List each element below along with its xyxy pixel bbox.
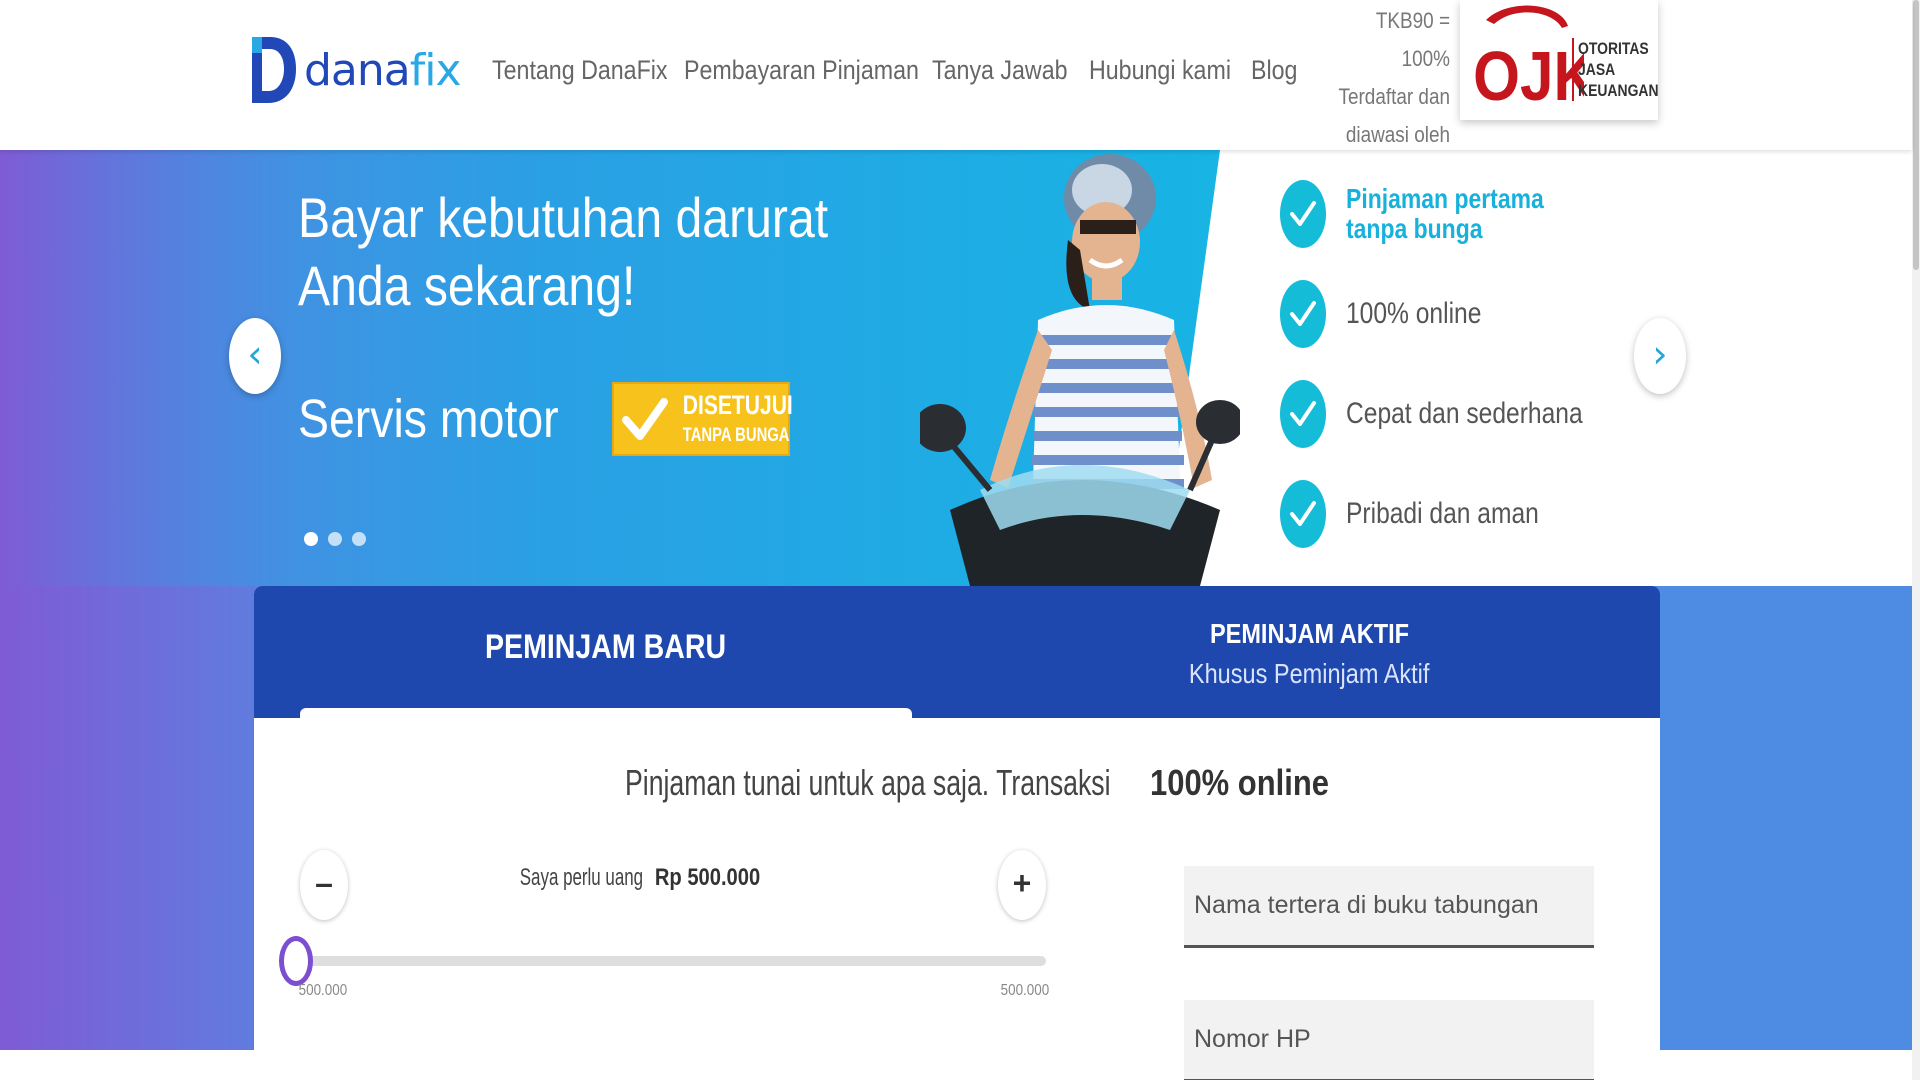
tab-active-borrower-subtitle: Khusus Peminjam Aktif (1188, 658, 1430, 689)
ojk-registration-text: TKB90 = 100% Terdaftar dan diawasi oleh (1300, 2, 1450, 154)
feature-item-online: 100% online (1280, 280, 1740, 350)
loan-amount-slider[interactable] (254, 936, 1046, 986)
phone-field (1184, 1000, 1594, 1080)
feature-label: Pinjaman pertama tanpa bunga (1346, 183, 1544, 244)
feature-label: Cepat dan sederhana (1346, 397, 1583, 430)
account-name-input[interactable] (1184, 866, 1594, 945)
site-header: danafix Tentang DanaFix Pembayaran Pinja… (0, 0, 1912, 150)
rider-illustration (920, 154, 1240, 586)
tab-active-borrower-label: PEMINJAM AKTIF (1209, 618, 1409, 649)
danafix-logo[interactable]: danafix (250, 33, 462, 109)
stamp-line-2: TANPA BUNGA (682, 425, 790, 446)
feature-list: Pinjaman pertama tanpa bunga 100% online… (1280, 180, 1740, 560)
slider-min-label: 500.000 (298, 982, 348, 999)
carousel-dot-3[interactable] (352, 532, 366, 546)
checkmark-icon (622, 398, 668, 440)
ojk-tkb-line: TKB90 = (1375, 8, 1450, 33)
page-scrollbar[interactable] (1912, 0, 1920, 1080)
feature-item-fast: Cepat dan sederhana (1280, 380, 1740, 450)
nav-pembayaran-pinjaman[interactable]: Pembayaran Pinjaman (684, 50, 919, 90)
loan-amount-label: Saya perlu uang Rp 500.000 (519, 864, 761, 891)
check-circle-icon (1280, 280, 1326, 348)
stamp-line-1: DISETUJUI (682, 390, 793, 420)
nav-tentang-danafix[interactable]: Tentang DanaFix (492, 50, 668, 90)
tab-new-borrower-label: PEMINJAM BARU (485, 628, 727, 666)
danafix-logo-mark-icon (252, 37, 296, 103)
feature-item-private: Pribadi dan aman (1280, 480, 1740, 550)
increase-amount-button[interactable]: + (998, 850, 1046, 920)
ojk-supervised-line: diawasi oleh (1345, 122, 1450, 147)
logo-wordmark: danafix (304, 45, 462, 96)
feature-item-first-loan: Pinjaman pertama tanpa bunga (1280, 180, 1740, 250)
slider-track[interactable] (294, 956, 1046, 966)
nav-tanya-jawab[interactable]: Tanya Jawab (932, 50, 1068, 90)
tab-active-borrower[interactable]: PEMINJAM AKTIF Khusus Peminjam Aktif (958, 586, 1660, 718)
check-circle-icon (1280, 180, 1326, 248)
ojk-registered-line: Terdaftar dan (1338, 84, 1450, 109)
tab-new-borrower[interactable]: PEMINJAM BARU (254, 586, 958, 718)
slider-thumb[interactable] (279, 936, 313, 986)
phone-number-input[interactable] (1184, 1000, 1594, 1079)
slider-max-label: 500.000 (1000, 982, 1050, 999)
loan-headline: Pinjaman tunai untuk apa saja. Transaksi… (624, 762, 1329, 803)
check-circle-icon (1280, 480, 1326, 548)
active-tab-indicator (300, 708, 912, 718)
feature-label: 100% online (1346, 297, 1482, 330)
loan-amount-value: Rp 500.000 (654, 864, 761, 891)
nav-blog[interactable]: Blog (1251, 50, 1297, 90)
ojk-name: OTORITAS JASA KEUANGAN (1572, 38, 1659, 101)
ojk-tkb-value: 100% (1401, 46, 1450, 71)
carousel-dot-2[interactable] (328, 532, 342, 546)
svg-text:OJK: OJK (1473, 37, 1584, 112)
ojk-badge[interactable]: OJK OTORITAS JASA KEUANGAN (1460, 0, 1659, 120)
hero-subtitle: Servis motor (298, 389, 559, 449)
check-circle-icon (1280, 380, 1326, 448)
loan-card: PEMINJAM BARU PEMINJAM AKTIF Khusus Pemi… (254, 586, 1660, 1080)
approved-stamp: DISETUJUI TANPA BUNGA (612, 382, 793, 456)
carousel-dot-1[interactable] (304, 532, 318, 546)
ojk-logo-icon: OJK (1473, 5, 1584, 112)
feature-label: Pribadi dan aman (1346, 497, 1539, 530)
hero-title: Bayar kebutuhan darurat Anda sekarang! (298, 186, 829, 317)
nav-hubungi-kami[interactable]: Hubungi kami (1089, 50, 1231, 90)
carousel-prev-button[interactable]: ‹ (229, 318, 281, 394)
loan-tabs: PEMINJAM BARU PEMINJAM AKTIF Khusus Pemi… (254, 586, 1660, 718)
scrollbar-thumb[interactable] (1913, 0, 1919, 270)
account-name-field (1184, 866, 1594, 948)
